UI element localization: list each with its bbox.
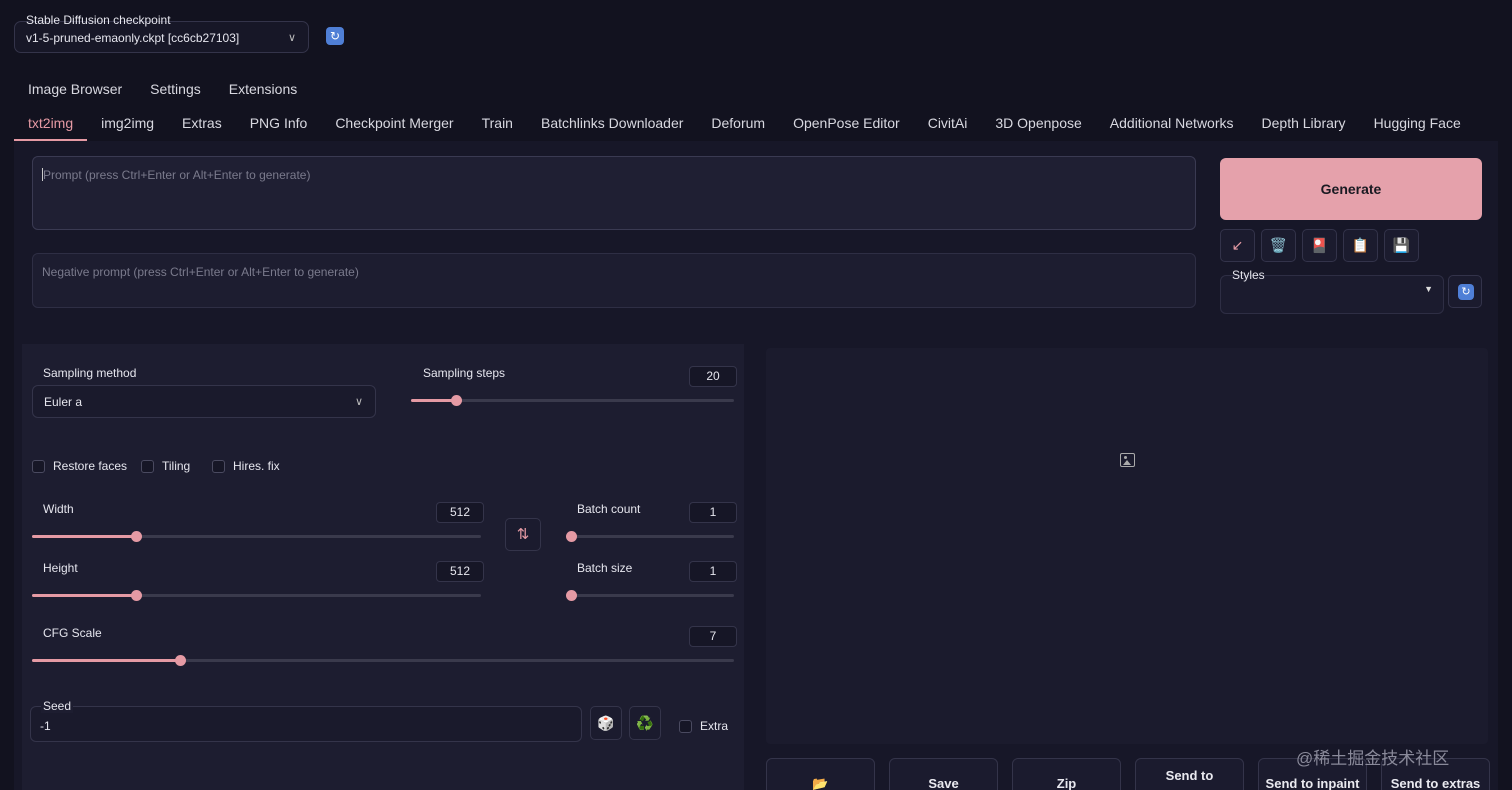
slider-thumb[interactable] xyxy=(451,395,462,406)
top-tabs: Image Browser Settings Extensions xyxy=(14,78,311,100)
watermark: @稀土掘金技术社区 xyxy=(1296,749,1450,768)
extra-seed-checkbox[interactable]: Extra xyxy=(679,719,728,733)
batch-size-slider[interactable] xyxy=(566,590,734,601)
tab-img2img[interactable]: img2img xyxy=(87,112,168,134)
seed-label: Seed xyxy=(41,699,74,713)
restore-faces-checkbox[interactable]: Restore faces xyxy=(32,459,127,473)
image-placeholder-icon xyxy=(1120,453,1135,467)
zip-button[interactable]: Zip xyxy=(1012,758,1121,790)
slider-thumb[interactable] xyxy=(175,655,186,666)
prompt-tools: ↙ 🗑️ 🎴 📋 💾 xyxy=(1220,229,1419,262)
tab-extensions[interactable]: Extensions xyxy=(215,78,311,100)
tab-depth-library[interactable]: Depth Library xyxy=(1248,112,1360,134)
tiling-label: Tiling xyxy=(162,459,191,473)
tab-additional-networks[interactable]: Additional Networks xyxy=(1096,112,1248,134)
sampling-steps-number[interactable]: 20 xyxy=(689,366,737,387)
refresh-icon[interactable]: ↻ xyxy=(326,27,344,45)
slider-fill xyxy=(32,594,136,597)
tab-3d-openpose[interactable]: 3D Openpose xyxy=(981,112,1095,134)
clipboard-icon[interactable]: 📋 xyxy=(1343,229,1378,262)
seed-value: -1 xyxy=(40,719,51,733)
refresh-icon: ↻ xyxy=(1458,284,1474,300)
tab-settings[interactable]: Settings xyxy=(136,78,215,100)
negative-prompt-input[interactable]: Negative prompt (press Ctrl+Enter or Alt… xyxy=(32,253,1196,308)
chevron-down-icon: ∨ xyxy=(287,32,296,44)
tiling-checkbox[interactable]: Tiling xyxy=(141,459,190,473)
output-gallery xyxy=(766,348,1488,744)
styles-refresh-button[interactable]: ↻ xyxy=(1448,275,1482,308)
tab-png-info[interactable]: PNG Info xyxy=(236,112,322,134)
main-tabs: txt2img img2img Extras PNG Info Checkpoi… xyxy=(14,112,1475,134)
height-number[interactable]: 512 xyxy=(436,561,484,582)
prompt-input[interactable]: Prompt (press Ctrl+Enter or Alt+Enter to… xyxy=(32,156,1196,230)
batch-size-number[interactable]: 1 xyxy=(689,561,737,582)
width-label: Width xyxy=(43,502,74,516)
tab-hugging-face[interactable]: Hugging Face xyxy=(1360,112,1475,134)
tab-image-browser[interactable]: Image Browser xyxy=(14,78,136,100)
tab-txt2img[interactable]: txt2img xyxy=(14,112,87,134)
extra-label: Extra xyxy=(700,719,729,733)
slider-thumb[interactable] xyxy=(566,590,577,601)
reuse-seed-button[interactable]: ♻️ xyxy=(629,706,661,740)
cfg-scale-number[interactable]: 7 xyxy=(689,626,737,647)
tab-civitai[interactable]: CivitAi xyxy=(914,112,982,134)
batch-count-label: Batch count xyxy=(577,502,641,516)
tab-checkpoint-merger[interactable]: Checkpoint Merger xyxy=(321,112,467,134)
sampling-method-dropdown[interactable]: Euler a ∨ xyxy=(32,385,376,418)
slider-fill xyxy=(32,659,180,662)
cfg-scale-slider[interactable] xyxy=(32,655,734,666)
recycle-icon: ♻️ xyxy=(636,715,654,731)
tab-batchlinks-downloader[interactable]: Batchlinks Downloader xyxy=(527,112,697,134)
checkbox-box[interactable] xyxy=(141,459,154,473)
slider-thumb[interactable] xyxy=(131,590,142,601)
tab-extras[interactable]: Extras xyxy=(168,112,236,134)
width-slider[interactable] xyxy=(32,531,481,542)
chevron-down-icon: ∨ xyxy=(354,396,363,408)
slider-thumb[interactable] xyxy=(131,531,142,542)
negative-prompt-placeholder: Negative prompt (press Ctrl+Enter or Alt… xyxy=(42,265,359,279)
save-button[interactable]: Save xyxy=(889,758,998,790)
checkbox-box[interactable] xyxy=(679,719,692,733)
sampling-steps-slider[interactable] xyxy=(411,395,734,406)
sampling-method-label: Sampling method xyxy=(43,366,137,380)
prompt-placeholder: Prompt (press Ctrl+Enter or Alt+Enter to… xyxy=(43,168,311,182)
swap-dimensions-button[interactable]: ⇅ xyxy=(505,518,541,551)
sampling-method-value: Euler a xyxy=(44,395,83,409)
styles-label: Styles xyxy=(1232,268,1265,282)
checkbox-box[interactable] xyxy=(212,459,225,473)
batch-size-label: Batch size xyxy=(577,561,633,575)
slider-thumb[interactable] xyxy=(566,531,577,542)
caret-down-icon: ▼ xyxy=(1424,284,1433,294)
checkpoint-label: Stable Diffusion checkpoint xyxy=(26,13,171,27)
width-number[interactable]: 512 xyxy=(436,502,484,523)
trash-icon[interactable]: 🗑️ xyxy=(1261,229,1296,262)
checkbox-box[interactable] xyxy=(32,459,45,473)
tab-deforum[interactable]: Deforum xyxy=(697,112,779,134)
height-slider[interactable] xyxy=(32,590,481,601)
read-params-icon[interactable]: ↙ xyxy=(1220,229,1255,262)
open-folder-button[interactable]: 📂 xyxy=(766,758,875,790)
slider-fill xyxy=(32,535,136,538)
batch-count-number[interactable]: 1 xyxy=(689,502,737,523)
save-style-icon[interactable]: 💾 xyxy=(1384,229,1419,262)
checkpoint-value: v1-5-pruned-emaonly.ckpt [cc6cb27103] xyxy=(26,31,240,45)
folder-icon: 📂 xyxy=(812,776,829,790)
random-seed-button[interactable]: 🎲 xyxy=(590,706,622,740)
height-label: Height xyxy=(43,561,78,575)
send-to-img2img-button[interactable]: Send to xyxy=(1135,758,1244,790)
tab-train[interactable]: Train xyxy=(468,112,527,134)
sampling-steps-label: Sampling steps xyxy=(423,366,506,380)
dice-icon: 🎲 xyxy=(597,715,615,731)
seed-input[interactable]: -1 xyxy=(30,706,582,742)
cfg-scale-label: CFG Scale xyxy=(43,626,102,640)
hires-fix-checkbox[interactable]: Hires. fix xyxy=(212,459,280,473)
slider-fill xyxy=(411,399,456,402)
batch-count-slider[interactable] xyxy=(566,531,734,542)
hires-fix-label: Hires. fix xyxy=(233,459,280,473)
extra-networks-icon[interactable]: 🎴 xyxy=(1302,229,1337,262)
restore-faces-label: Restore faces xyxy=(53,459,128,473)
tab-openpose-editor[interactable]: OpenPose Editor xyxy=(779,112,914,134)
generate-button[interactable]: Generate xyxy=(1220,158,1482,220)
